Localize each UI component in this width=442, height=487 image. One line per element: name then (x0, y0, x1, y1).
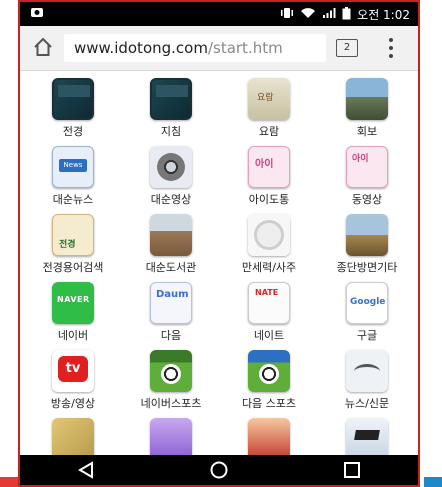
app-label: 다음 스포츠 (241, 397, 297, 410)
home-circle-icon[interactable] (199, 458, 239, 482)
app-tile-other[interactable]: 종단방면기타 (318, 214, 416, 280)
app-tile-news-paper[interactable]: 뉴스/신문 (318, 350, 416, 416)
app-label: 뉴스/신문 (344, 397, 390, 410)
library-icon (150, 214, 192, 256)
app-tile-daum-sports[interactable]: 다음 스포츠 (220, 350, 318, 416)
address-field[interactable]: www.idotong.com/start.htm (64, 34, 326, 62)
app-label: 대순도서관 (145, 261, 197, 274)
app-tile-daum[interactable]: 다음 (122, 282, 220, 348)
tab-switcher-button[interactable]: 2 (336, 39, 358, 57)
app-label: 지침 (160, 125, 182, 138)
app-label: 네이버스포츠 (140, 397, 202, 410)
app-label: 요람 (258, 125, 280, 138)
daum-logo-icon (150, 282, 192, 324)
idotong-logo-icon (248, 146, 290, 188)
glasses-icon (346, 350, 388, 392)
naver-logo-icon (52, 282, 94, 324)
app-tile-yoram[interactable]: 요람 (220, 78, 318, 144)
app-tile-calendar[interactable]: 만세력/사주 (220, 214, 318, 280)
video-icon (346, 146, 388, 188)
app-tile-library[interactable]: 대순도서관 (122, 214, 220, 280)
status-icons: 오전 1:02 (280, 6, 410, 23)
url-path: /start.htm (207, 39, 283, 57)
map-icon (52, 418, 94, 460)
app-label: 동영상 (351, 193, 383, 206)
app-label: 구글 (356, 329, 378, 342)
books-icon (248, 418, 290, 460)
system-navigation-bar (20, 455, 418, 485)
book-icon (52, 78, 94, 120)
app-label: 방송/영상 (50, 397, 96, 410)
building-icon (346, 214, 388, 256)
app-label: 전경 (62, 125, 84, 138)
news-icon (52, 146, 94, 188)
vibrate-icon (280, 7, 294, 22)
status-time: 오전 1:02 (357, 8, 410, 22)
app-tile-daesun-news[interactable]: 대순뉴스 (24, 146, 122, 212)
google-logo-icon (346, 282, 388, 324)
app-tile-broadcast[interactable]: 방송/영상 (24, 350, 122, 416)
app-tile-daesun-video[interactable]: 대순영상 (122, 146, 220, 212)
app-tile-video[interactable]: 동영상 (318, 146, 416, 212)
photo-icon (346, 78, 388, 120)
app-label: 대순영상 (150, 193, 192, 206)
app-tile-hoebo[interactable]: 회보 (318, 78, 416, 144)
app-label: 종단방면기타 (336, 261, 398, 274)
dictionary-icon (52, 214, 94, 256)
wifi-icon (300, 7, 316, 22)
app-grid: 전경 지침 요람 회보 대순뉴스 대순영상 아이도통 동영상 전경용어검색 대순… (24, 78, 416, 484)
tv-icon (52, 350, 94, 392)
url-host: www.idotong.com (74, 39, 208, 57)
app-label: 대순뉴스 (52, 193, 94, 206)
nate-logo-icon (248, 282, 290, 324)
overflow-menu-icon[interactable] (388, 38, 394, 58)
signal-icon (322, 7, 336, 22)
app-label: 회보 (356, 125, 378, 138)
chart-icon (150, 418, 192, 460)
home-icon[interactable] (32, 36, 54, 58)
notification-icon (30, 6, 44, 21)
app-tile-term-search[interactable]: 전경용어검색 (24, 214, 122, 280)
browser-toolbar: www.idotong.com/start.htm 2 (20, 26, 418, 71)
app-tile-jichim[interactable]: 지침 (122, 78, 220, 144)
battery-icon (342, 6, 351, 23)
app-label: 아이도통 (248, 193, 290, 206)
app-label: 네이버 (57, 329, 89, 342)
app-label: 다음 (160, 329, 182, 342)
app-tile-nate[interactable]: 네이트 (220, 282, 318, 348)
app-label: 네이트 (253, 329, 285, 342)
film-reel-icon (150, 146, 192, 188)
app-tile-naver-sports[interactable]: 네이버스포츠 (122, 350, 220, 416)
back-icon[interactable] (66, 458, 106, 482)
phone-screen: 오전 1:02 www.idotong.com/start.htm 2 전경 지… (18, 0, 420, 487)
book-icon (150, 78, 192, 120)
soccer-ball-icon (150, 350, 192, 392)
app-tile-naver[interactable]: 네이버 (24, 282, 122, 348)
corner-decoration-blue (424, 477, 442, 487)
app-tile-idotong[interactable]: 아이도통 (220, 146, 318, 212)
app-tile-jeongyeong[interactable]: 전경 (24, 78, 122, 144)
app-tile-google[interactable]: 구글 (318, 282, 416, 348)
soccer-ball-icon (248, 350, 290, 392)
graduation-cap-icon (346, 418, 388, 460)
app-label: 전경용어검색 (42, 261, 104, 274)
calendar-icon (248, 214, 290, 256)
scroll-icon (248, 78, 290, 120)
status-bar: 오전 1:02 (20, 2, 418, 26)
app-label: 만세력/사주 (241, 261, 297, 274)
recents-icon[interactable] (332, 458, 372, 482)
corner-decoration-red (0, 477, 18, 487)
